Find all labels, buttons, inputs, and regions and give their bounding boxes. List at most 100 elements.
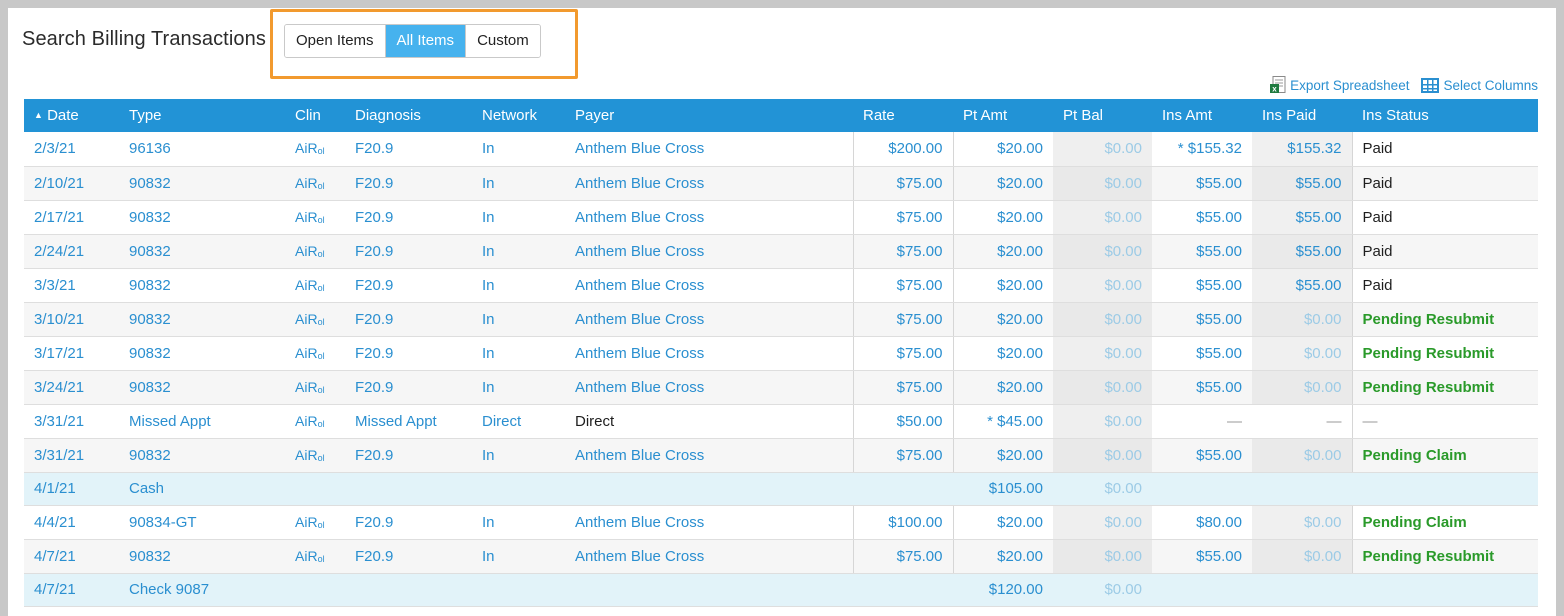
cell-type[interactable]: 90832 (119, 438, 285, 473)
cell-payer[interactable]: Anthem Blue Cross (565, 539, 853, 574)
col-header-diagnosis[interactable]: Diagnosis (345, 99, 472, 132)
col-header-payer[interactable]: Payer (565, 99, 853, 132)
cell-clin[interactable]: AiRol (285, 200, 345, 235)
cell-clin[interactable]: AiRol (285, 166, 345, 201)
cell-date[interactable]: 2/3/21 (24, 132, 119, 167)
filter-all-items[interactable]: All Items (385, 25, 467, 57)
table-row[interactable]: 2/10/21 90832 AiRol F20.9 In Anthem Blue Cros… (24, 166, 1538, 201)
cell-clin[interactable]: AiRol (285, 505, 345, 540)
table-row[interactable]: 3/31/21 90832 AiRol F20.9 In Anthem Blue Cros… (24, 438, 1538, 473)
cell-diagnosis[interactable]: F20.9 (345, 200, 472, 235)
cell-diagnosis[interactable]: F20.9 (345, 539, 472, 574)
cell-payer[interactable]: Anthem Blue Cross (565, 234, 853, 269)
cell-type[interactable]: 90832 (119, 166, 285, 201)
cell-network[interactable]: In (472, 132, 565, 167)
cell-type[interactable]: 90832 (119, 539, 285, 574)
table-row[interactable]: 4/4/21 90834-GT AiRol F20.9 In Anthem Blue Cr… (24, 505, 1538, 540)
cell-date[interactable]: 3/24/21 (24, 370, 119, 405)
cell-date[interactable]: 4/4/21 (24, 505, 119, 540)
cell-date[interactable]: 2/10/21 (24, 166, 119, 201)
clinician-initials[interactable]: AiRol (295, 209, 325, 225)
cell-type[interactable]: 90834-GT (119, 505, 285, 540)
cell-payer[interactable]: Anthem Blue Cross (565, 132, 853, 167)
cell-network[interactable]: Direct (472, 404, 565, 439)
cell-diagnosis[interactable]: F20.9 (345, 132, 472, 167)
col-header-pt-amt[interactable]: Pt Amt (953, 99, 1053, 132)
cell-type[interactable]: 90832 (119, 200, 285, 235)
cell-type[interactable]: Missed Appt (119, 404, 285, 439)
cell-type[interactable]: 90832 (119, 268, 285, 303)
table-row[interactable]: 3/24/21 90832 AiRol F20.9 In Anthem Blue Cros… (24, 370, 1538, 405)
cell-date[interactable]: 3/3/21 (24, 268, 119, 303)
payment-row[interactable]: 4/1/21 Cash $105.00 $0.00 (24, 472, 1538, 506)
col-header-rate[interactable]: Rate (853, 99, 953, 132)
cell-type[interactable]: 90832 (119, 336, 285, 371)
table-row[interactable]: 2/17/21 90832 AiRol F20.9 In Anthem Blue Cros… (24, 200, 1538, 235)
cell-date[interactable]: 3/17/21 (24, 336, 119, 371)
clinician-initials[interactable]: AiRol (295, 447, 325, 463)
cell-diagnosis[interactable]: F20.9 (345, 505, 472, 540)
cell-payer[interactable]: Anthem Blue Cross (565, 438, 853, 473)
cell-network[interactable]: In (472, 438, 565, 473)
cell-network[interactable]: In (472, 336, 565, 371)
cell-type[interactable]: 90832 (119, 370, 285, 405)
table-row[interactable]: 2/24/21 90832 AiRol F20.9 In Anthem Blue Cros… (24, 234, 1538, 269)
clinician-initials[interactable]: AiRol (295, 548, 325, 564)
table-row[interactable]: 3/17/21 90832 AiRol F20.9 In Anthem Blue Cros… (24, 336, 1538, 371)
cell-diagnosis[interactable]: F20.9 (345, 370, 472, 405)
cell-date[interactable]: 2/17/21 (24, 200, 119, 235)
col-header-date[interactable]: ▲ Date (24, 99, 119, 132)
table-row[interactable]: 3/10/21 90832 AiRol F20.9 In Anthem Blue Cros… (24, 302, 1538, 337)
cell-date[interactable]: 2/24/21 (24, 234, 119, 269)
cell-payer[interactable]: Anthem Blue Cross (565, 370, 853, 405)
filter-custom[interactable]: Custom (466, 25, 540, 57)
table-row[interactable]: 3/31/21 Missed Appt AiRol Missed Appt Direct… (24, 404, 1538, 439)
cell-clin[interactable]: AiRol (285, 438, 345, 473)
cell-payer[interactable]: Anthem Blue Cross (565, 166, 853, 201)
cell-type[interactable]: 90832 (119, 234, 285, 269)
cell-diagnosis[interactable]: F20.9 (345, 438, 472, 473)
cell-network[interactable]: In (472, 166, 565, 201)
cell-clin[interactable]: AiRol (285, 539, 345, 574)
clinician-initials[interactable]: AiRol (295, 311, 325, 327)
col-header-ins-amt[interactable]: Ins Amt (1152, 99, 1252, 132)
col-header-network[interactable]: Network (472, 99, 565, 132)
cell-payer[interactable]: Anthem Blue Cross (565, 505, 853, 540)
clinician-initials[interactable]: AiRol (295, 243, 325, 259)
cell-date[interactable]: 3/31/21 (24, 404, 119, 439)
cell-clin[interactable]: AiRol (285, 404, 345, 439)
cell-date[interactable]: 3/10/21 (24, 302, 119, 337)
table-row[interactable]: 4/7/21 90832 AiRol F20.9 In Anthem Blue Cross… (24, 539, 1538, 574)
select-columns-link[interactable]: Select Columns (1421, 76, 1538, 94)
clinician-initials[interactable]: AiRol (295, 277, 325, 293)
clinician-initials[interactable]: AiRol (295, 379, 325, 395)
cell-payer[interactable]: Anthem Blue Cross (565, 336, 853, 371)
cell-payer[interactable]: Anthem Blue Cross (565, 200, 853, 235)
cell-payer[interactable]: Anthem Blue Cross (565, 268, 853, 303)
clinician-initials[interactable]: AiRol (295, 413, 325, 429)
cell-type[interactable]: Check 9087 (119, 573, 853, 607)
cell-clin[interactable]: AiRol (285, 302, 345, 337)
cell-date[interactable]: 4/1/21 (24, 472, 119, 506)
table-row[interactable]: 3/3/21 90832 AiRol F20.9 In Anthem Blue Cross… (24, 268, 1538, 303)
cell-diagnosis[interactable]: F20.9 (345, 166, 472, 201)
cell-clin[interactable]: AiRol (285, 132, 345, 167)
cell-type[interactable]: Cash (119, 472, 853, 506)
col-header-pt-bal[interactable]: Pt Bal (1053, 99, 1152, 132)
cell-network[interactable]: In (472, 370, 565, 405)
cell-clin[interactable]: AiRol (285, 370, 345, 405)
cell-type[interactable]: 90832 (119, 302, 285, 337)
clinician-initials[interactable]: AiRol (295, 345, 325, 361)
table-row[interactable]: 2/3/21 96136 AiRol F20.9 In Anthem Blue Cross… (24, 132, 1538, 167)
col-header-ins-status[interactable]: Ins Status (1352, 99, 1538, 132)
col-header-clin[interactable]: Clin (285, 99, 345, 132)
clinician-initials[interactable]: AiRol (295, 140, 325, 156)
cell-diagnosis[interactable]: F20.9 (345, 336, 472, 371)
cell-date[interactable]: 4/7/21 (24, 573, 119, 607)
cell-clin[interactable]: AiRol (285, 268, 345, 303)
cell-clin[interactable]: AiRol (285, 234, 345, 269)
cell-type[interactable]: 96136 (119, 132, 285, 167)
col-header-ins-paid[interactable]: Ins Paid (1252, 99, 1352, 132)
filter-open-items[interactable]: Open Items (285, 25, 386, 57)
col-header-type[interactable]: Type (119, 99, 285, 132)
